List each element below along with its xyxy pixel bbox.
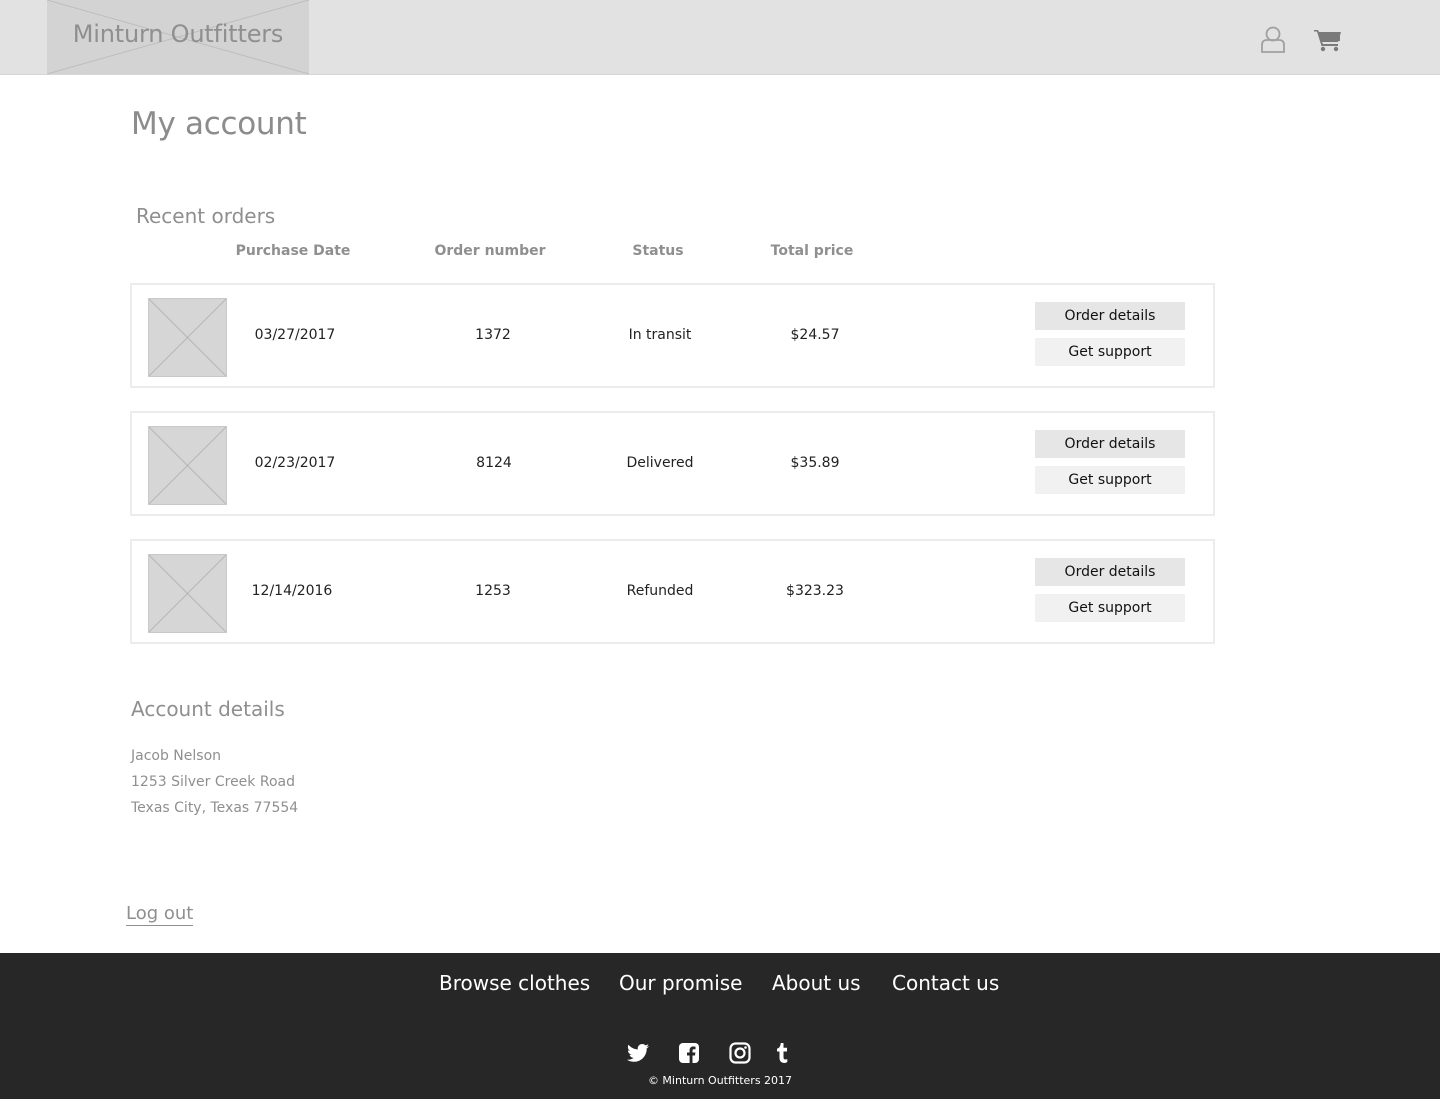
copyright-text: © Minturn Outfitters 2017	[647, 1074, 793, 1087]
site-footer: Browse clothes Our promise About us Cont…	[0, 953, 1440, 1099]
account-details-heading: Account details	[131, 697, 285, 721]
tumblr-icon[interactable]	[770, 1041, 794, 1065]
order-details-button[interactable]: Order details	[1035, 302, 1185, 330]
order-date: 12/14/2016	[251, 583, 333, 599]
order-details-button[interactable]: Order details	[1035, 558, 1185, 586]
order-row: 02/23/2017 8124 Delivered $35.89 Order d…	[130, 411, 1215, 516]
product-thumbnail	[148, 426, 227, 505]
order-status: Refunded	[626, 583, 694, 599]
image-placeholder-icon	[149, 299, 226, 376]
cart-icon[interactable]	[1314, 28, 1342, 52]
order-status: In transit	[628, 327, 692, 343]
instagram-icon[interactable]	[728, 1041, 752, 1065]
order-total: $35.89	[790, 455, 840, 471]
get-support-button[interactable]: Get support	[1035, 594, 1185, 622]
column-header-purchase-date: Purchase Date	[235, 243, 351, 259]
order-details-button[interactable]: Order details	[1035, 430, 1185, 458]
order-number: 1372	[475, 327, 511, 343]
footer-link-our-promise[interactable]: Our promise	[619, 971, 742, 995]
order-number: 1253	[475, 583, 511, 599]
footer-link-browse-clothes[interactable]: Browse clothes	[439, 971, 590, 995]
page-title: My account	[131, 106, 307, 142]
logo[interactable]: Minturn Outfitters	[47, 0, 309, 74]
logout-link[interactable]: Log out	[126, 903, 194, 926]
footer-link-about-us[interactable]: About us	[772, 971, 861, 995]
product-thumbnail	[148, 298, 227, 377]
image-placeholder-icon	[149, 555, 226, 632]
product-thumbnail	[148, 554, 227, 633]
site-header: Minturn Outfitters	[0, 0, 1440, 75]
twitter-icon[interactable]	[626, 1041, 650, 1065]
order-number: 8124	[476, 455, 512, 471]
column-header-order-number: Order number	[434, 243, 546, 259]
get-support-button[interactable]: Get support	[1035, 338, 1185, 366]
facebook-icon[interactable]	[677, 1041, 701, 1065]
user-icon[interactable]	[1260, 25, 1286, 53]
order-date: 03/27/2017	[254, 327, 336, 343]
account-name: Jacob Nelson	[131, 748, 222, 764]
order-status: Delivered	[626, 455, 694, 471]
get-support-button[interactable]: Get support	[1035, 466, 1185, 494]
account-street: 1253 Silver Creek Road	[131, 774, 295, 790]
column-header-status: Status	[632, 243, 684, 259]
image-placeholder-icon	[149, 427, 226, 504]
order-total: $24.57	[790, 327, 840, 343]
footer-link-contact-us[interactable]: Contact us	[892, 971, 999, 995]
account-city: Texas City, Texas 77554	[131, 800, 299, 816]
order-total: $323.23	[786, 583, 844, 599]
column-header-total-price: Total price	[770, 243, 854, 259]
recent-orders-heading: Recent orders	[136, 204, 276, 228]
order-date: 02/23/2017	[254, 455, 336, 471]
order-row: 03/27/2017 1372 In transit $24.57 Order …	[130, 283, 1215, 388]
logo-text: Minturn Outfitters	[72, 20, 284, 48]
order-row: 12/14/2016 1253 Refunded $323.23 Order d…	[130, 539, 1215, 644]
